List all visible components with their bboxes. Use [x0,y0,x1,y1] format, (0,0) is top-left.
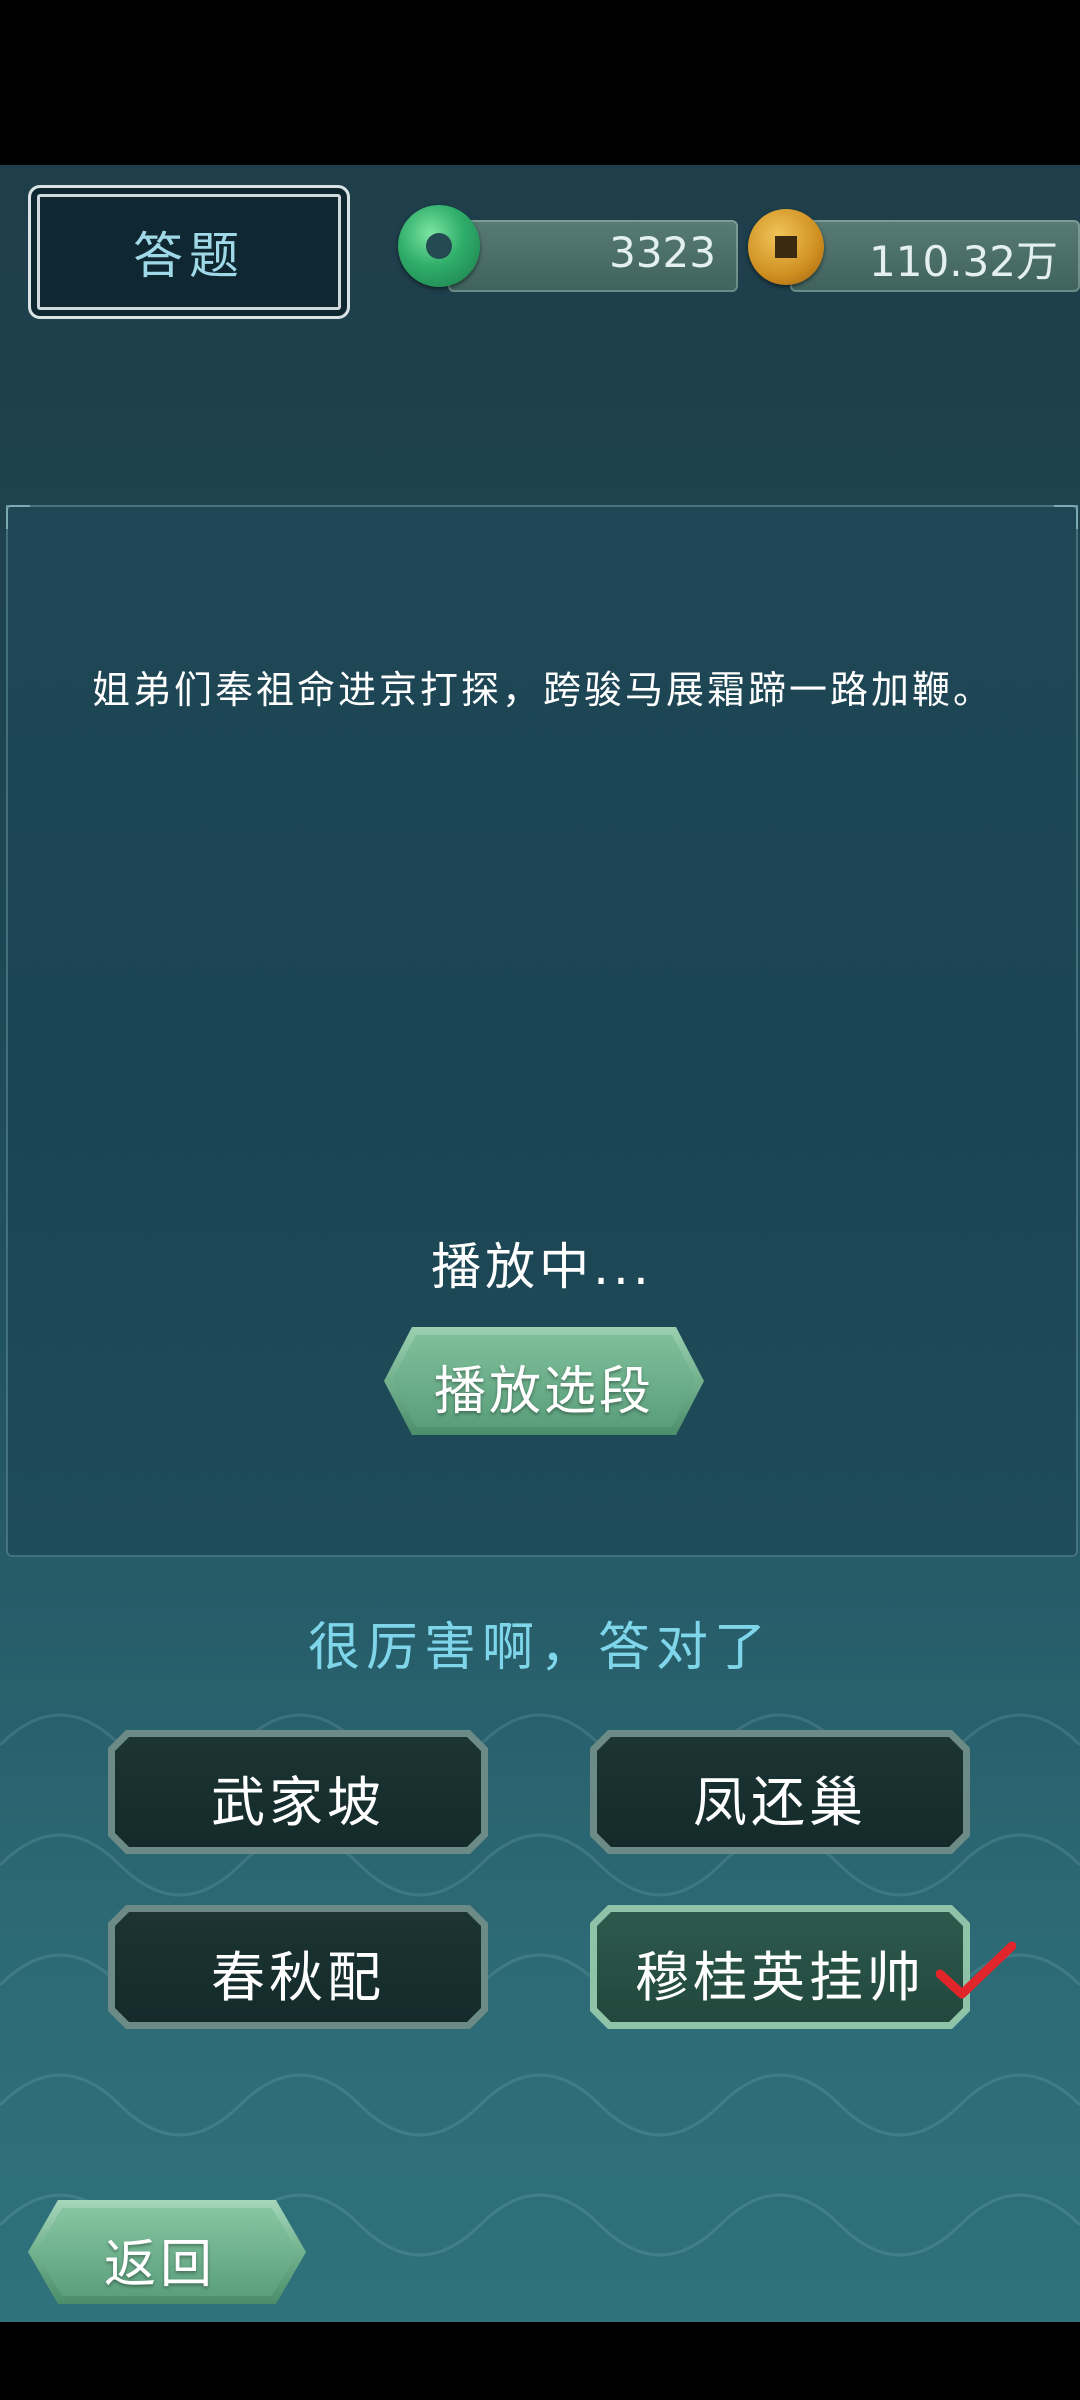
back-button[interactable]: 返回 [28,2200,306,2304]
status-bar [0,0,1080,165]
game-stage: 答题 3323 110.32万 姐弟们奉祖命进京打探，跨骏马展霜蹄一路加鞭。 播… [0,165,1080,2322]
option-label: 春秋配 [211,1946,385,2009]
page-title-plate: 答题 [28,185,350,319]
question-panel: 姐弟们奉祖命进京打探，跨骏马展霜蹄一路加鞭。 播放中... 播放选段 [6,505,1078,1557]
jade-ring-icon [398,205,480,287]
play-button-label: 播放选段 [433,1362,654,1422]
coin-currency-bar: 110.32万 [790,220,1080,292]
option-button-2[interactable]: 凤还巢 [590,1730,970,1854]
option-label: 凤还巢 [693,1771,867,1834]
play-excerpt-button[interactable]: 播放选段 [384,1327,704,1435]
back-button-label: 返回 [104,2235,217,2295]
coin-amount: 110.32万 [869,237,1058,286]
navigation-bar [0,2322,1080,2400]
jade-amount: 3323 [609,228,716,277]
jade-currency-bar: 3323 [448,220,738,292]
option-button-1[interactable]: 武家坡 [108,1730,488,1854]
copper-coin-icon [748,209,824,285]
question-text: 姐弟们奉祖命进京打探，跨骏马展霜蹄一路加鞭。 [92,668,995,712]
option-button-3[interactable]: 春秋配 [108,1905,488,2029]
option-label: 穆桂英挂帅 [635,1946,925,2009]
page-title: 答题 [133,227,245,285]
check-mark-icon [936,1941,1016,1999]
playback-status: 播放中... [431,1238,653,1296]
option-button-4-correct[interactable]: 穆桂英挂帅 [590,1905,970,2029]
answer-feedback: 很厉害啊，答对了 [307,1618,772,1678]
option-label: 武家坡 [211,1771,385,1834]
